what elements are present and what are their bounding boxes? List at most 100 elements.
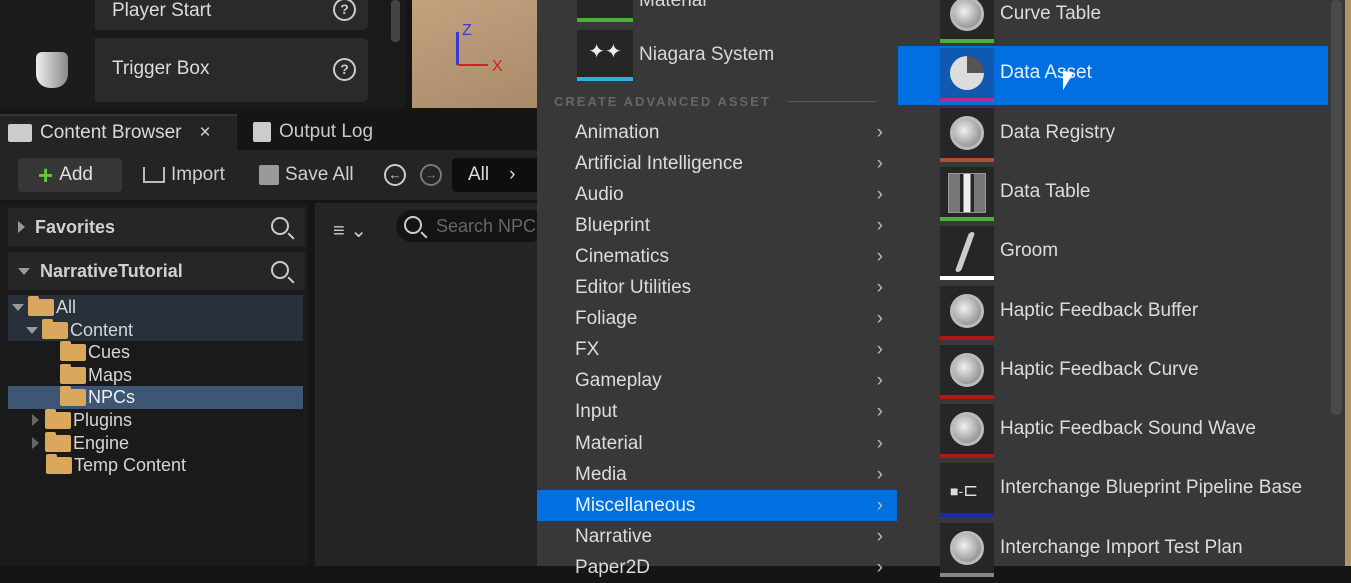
menu-item-audio[interactable]: Audio › xyxy=(537,179,897,210)
import-icon xyxy=(143,167,165,183)
chevron-right-icon: › xyxy=(876,339,883,361)
tree-item-temp-content[interactable]: Temp Content xyxy=(8,453,303,477)
submenu-item-data-table[interactable]: Data Table xyxy=(898,165,1328,224)
menu-item-paper2d[interactable]: Paper2D › xyxy=(537,552,897,583)
folder-icon xyxy=(60,340,86,361)
forward-button[interactable]: → xyxy=(420,164,442,186)
tree-item-maps[interactable]: Maps xyxy=(8,363,303,387)
plus-icon: + xyxy=(38,159,54,190)
chevron-right-icon: › xyxy=(876,494,883,516)
menu-item-narrative[interactable]: Narrative › xyxy=(537,521,897,552)
save-all-button[interactable]: Save All xyxy=(259,158,354,192)
chevron-right-icon: › xyxy=(876,308,883,330)
folder-open-icon xyxy=(42,318,68,339)
tab-content-browser[interactable]: Content Browser × xyxy=(0,114,237,150)
menu-item-animation[interactable]: Animation › xyxy=(537,117,897,148)
search-icon[interactable] xyxy=(271,261,289,279)
search-icon xyxy=(404,216,422,234)
submenu-item-haptic-feedback-curve[interactable]: Haptic Feedback Curve xyxy=(898,343,1328,402)
collapse-icon xyxy=(18,267,30,275)
chevron-right-icon: › xyxy=(876,122,883,143)
menu-item-niagara-system[interactable]: ✦✦ Niagara System xyxy=(577,30,877,82)
folder-icon xyxy=(60,363,86,384)
mouse-cursor-icon xyxy=(1063,70,1073,94)
expand-icon xyxy=(18,221,25,233)
asset-view[interactable] xyxy=(315,203,540,566)
chevron-right-icon: › xyxy=(876,215,883,237)
content-browser-icon xyxy=(8,124,32,142)
orb-asset-icon xyxy=(940,107,994,162)
help-icon[interactable]: ? xyxy=(333,0,356,21)
project-header[interactable]: NarrativeTutorial xyxy=(8,252,305,290)
help-icon[interactable]: ? xyxy=(333,58,356,81)
menu-item-gameplay[interactable]: Gameplay › xyxy=(537,365,897,396)
orb-asset-icon xyxy=(940,0,994,43)
place-item-trigger-box[interactable]: Trigger Box ? xyxy=(10,38,368,102)
tree-item-cues[interactable]: Cues xyxy=(8,340,303,364)
search-input[interactable]: Search NPCs xyxy=(396,210,546,242)
chevron-right-icon: › xyxy=(876,432,883,454)
add-menu: Material ✦✦ Niagara System CREATE ADVANC… xyxy=(537,0,897,578)
menu-item-fx[interactable]: FX › xyxy=(537,334,897,365)
bars-asset-icon xyxy=(940,166,994,221)
miscellaneous-submenu: Curve Table Data Asset Data Registry Data T… xyxy=(897,0,1345,577)
submenu-item-data-registry[interactable]: Data Registry xyxy=(898,106,1328,165)
axis-gizmo xyxy=(456,32,459,65)
chevron-right-icon: › xyxy=(876,463,883,485)
submenu-item-groom[interactable]: Groom xyxy=(898,224,1328,283)
tree-item-engine[interactable]: Engine xyxy=(8,431,303,455)
path-breadcrumb[interactable]: All › xyxy=(452,158,542,192)
folder-icon xyxy=(46,453,72,474)
submenu-item-interchange-blueprint-pipeline-base[interactable]: ■-⊏ Interchange Blueprint Pipeline Base xyxy=(898,461,1328,520)
favorites-header[interactable]: Favorites xyxy=(8,208,305,246)
trigger-box-icon xyxy=(10,38,95,102)
place-item-player-start[interactable]: Player Start ? xyxy=(10,0,368,30)
folder-open-icon xyxy=(28,295,54,316)
viewport-edge xyxy=(1345,0,1351,566)
submenu-item-haptic-feedback-sound-wave[interactable]: Haptic Feedback Sound Wave xyxy=(898,402,1328,461)
viewport[interactable]: Z X xyxy=(412,0,540,108)
orb-asset-icon xyxy=(940,344,994,399)
menu-item-material[interactable]: Material xyxy=(577,0,877,22)
folder-icon xyxy=(60,385,86,406)
close-icon[interactable]: × xyxy=(200,122,211,144)
menu-item-media[interactable]: Media › xyxy=(537,459,897,490)
submenu-item-interchange-import-test-plan[interactable]: Interchange Import Test Plan xyxy=(898,521,1328,580)
menu-item-blueprint[interactable]: Blueprint › xyxy=(537,210,897,241)
chevron-right-icon: › xyxy=(876,153,883,175)
tree-item-plugins[interactable]: Plugins xyxy=(8,408,303,432)
add-button[interactable]: + Add xyxy=(18,158,122,192)
chevron-right-icon: › xyxy=(876,370,883,392)
tree-item-npcs[interactable]: NPCs xyxy=(8,385,303,409)
menu-item-miscellaneous[interactable]: Miscellaneous › xyxy=(537,489,897,521)
chevron-right-icon: › xyxy=(509,164,516,185)
tree-item-all[interactable]: All xyxy=(8,295,303,319)
menu-item-artificial-intelligence[interactable]: Artificial Intelligence › xyxy=(537,148,897,179)
scrollbar[interactable] xyxy=(391,0,400,42)
import-button[interactable]: Import xyxy=(143,158,225,192)
save-icon xyxy=(259,165,279,185)
tree-item-content[interactable]: Content xyxy=(8,318,303,342)
orb-asset-icon xyxy=(940,285,994,340)
submenu-item-curve-table[interactable]: Curve Table xyxy=(898,0,1328,46)
graph-asset-icon: ■-⊏ xyxy=(940,463,994,518)
pie-asset-icon xyxy=(940,48,994,103)
menu-item-editor-utilities[interactable]: Editor Utilities › xyxy=(537,272,897,303)
menu-item-foliage[interactable]: Foliage › xyxy=(537,303,897,334)
output-log-icon xyxy=(253,122,271,142)
menu-item-cinematics[interactable]: Cinematics › xyxy=(537,241,897,272)
back-button[interactable]: ← xyxy=(384,164,406,186)
submenu-item-haptic-feedback-buffer[interactable]: Haptic Feedback Buffer xyxy=(898,284,1328,343)
submenu-scrollbar[interactable] xyxy=(1331,0,1342,415)
niagara-icon: ✦✦ xyxy=(577,30,633,81)
search-icon[interactable] xyxy=(271,217,289,235)
menu-item-input[interactable]: Input › xyxy=(537,396,897,427)
orb-asset-icon xyxy=(940,404,994,459)
menu-item-material[interactable]: Material › xyxy=(537,428,897,459)
filter-icon[interactable]: ≡ ⌄ xyxy=(333,218,367,243)
section-header: CREATE ADVANCED ASSET xyxy=(554,94,771,109)
folder-icon xyxy=(45,408,71,429)
submenu-item-data-asset[interactable]: Data Asset xyxy=(898,46,1328,106)
folder-icon xyxy=(45,431,71,452)
tab-output-log[interactable]: Output Log xyxy=(245,114,445,150)
